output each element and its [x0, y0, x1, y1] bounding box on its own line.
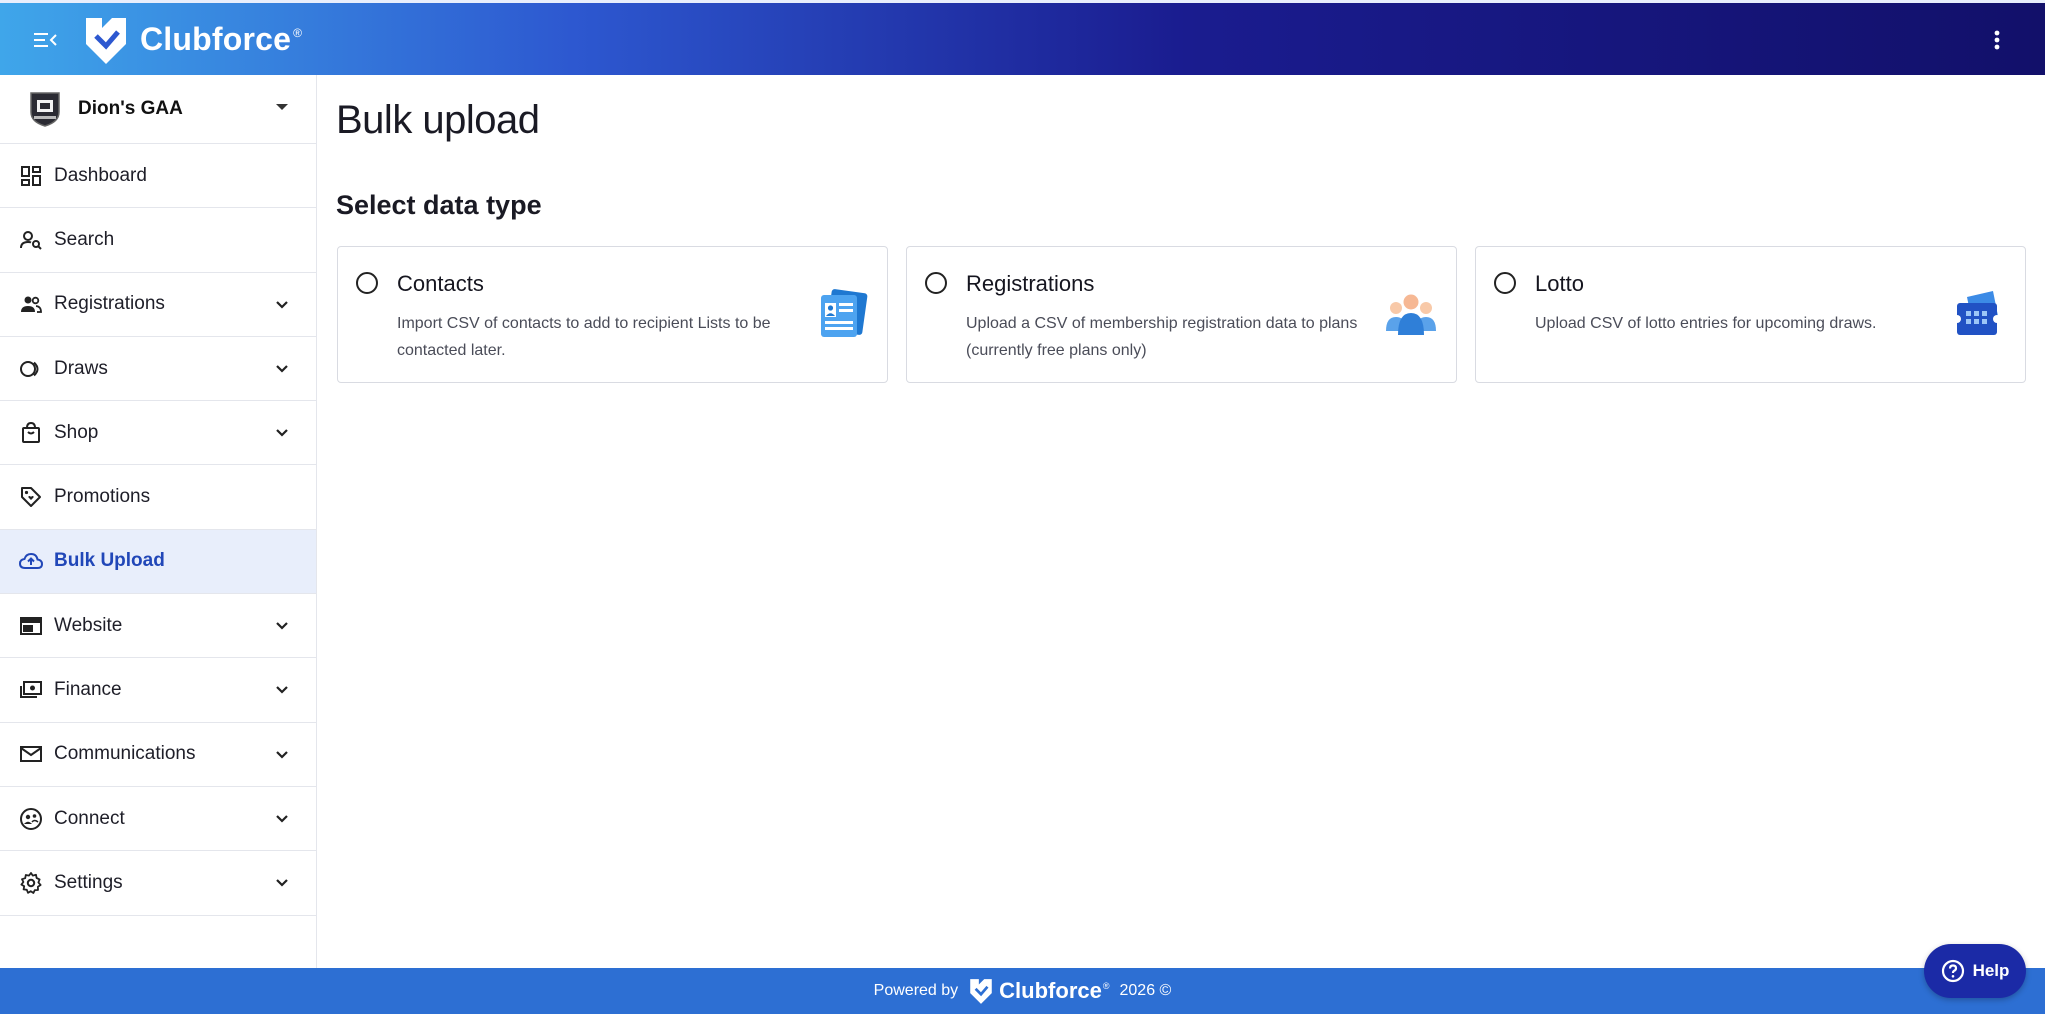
brand-name: Clubforce: [140, 21, 292, 57]
sidebar-item-label: Bulk Upload: [54, 550, 165, 572]
caret-down-icon: [276, 104, 288, 110]
radio-button[interactable]: [1494, 272, 1516, 294]
card-title: Registrations: [966, 271, 1095, 296]
card-description: Upload CSV of lotto entries for upcoming…: [1535, 315, 1877, 332]
footer-brand-name: Clubforce: [999, 978, 1102, 1003]
sidebar-item-bulk-upload[interactable]: Bulk Upload: [0, 529, 316, 595]
menu-collapse-icon[interactable]: [30, 25, 60, 55]
sidebar-item-label: Website: [54, 614, 123, 636]
sidebar-item-dashboard[interactable]: Dashboard: [0, 144, 316, 209]
shopping-bag-icon: [22, 421, 40, 443]
sidebar-item-website[interactable]: Website: [0, 594, 316, 659]
connect-icon: [20, 807, 42, 830]
tag-icon: [21, 487, 41, 508]
sidebar-item-communications[interactable]: Communications: [0, 723, 316, 787]
payments-icon: [20, 681, 42, 699]
cloud-upload-icon: [19, 553, 43, 570]
mail-icon: [20, 746, 42, 763]
sidebar-item-label: Draws: [54, 357, 108, 379]
help-label: Help: [1972, 961, 2010, 980]
card-title: Lotto: [1535, 271, 1584, 296]
chevron-down-icon: [276, 365, 288, 373]
top-app-bar: Clubforce ®: [0, 0, 2045, 75]
radio-button[interactable]: [356, 272, 378, 294]
sidebar-item-label: Dashboard: [54, 164, 147, 186]
sidebar: Dion's GAA Dashboard Search Registration…: [0, 75, 317, 968]
gear-icon: [20, 872, 42, 894]
footer: Powered by Clubforce ® 2026 ©: [0, 968, 2045, 1014]
sidebar-item-connect[interactable]: Connect: [0, 787, 316, 852]
sidebar-item-registrations[interactable]: Registrations: [0, 273, 316, 337]
copyright-year: 2026 ©: [1119, 982, 1172, 999]
person-search-icon: [20, 230, 42, 250]
card-description: Upload a CSV of membership registration …: [966, 315, 1358, 359]
section-title: Select data type: [336, 190, 542, 220]
group-icon: [21, 296, 42, 314]
draws-icon: [20, 360, 39, 377]
chevron-down-icon: [276, 815, 288, 823]
sidebar-item-label: Registrations: [54, 293, 165, 315]
members-group-icon: [1386, 294, 1436, 335]
sidebar-item-label: Finance: [54, 679, 122, 701]
data-type-card-lotto[interactable]: Lotto Upload CSV of lotto entries for up…: [1475, 246, 2026, 383]
sidebar-item-finance[interactable]: Finance: [0, 658, 316, 723]
contacts-document-icon: [821, 289, 868, 337]
data-type-card-registrations[interactable]: Registrations Upload a CSV of membership…: [906, 246, 1457, 383]
chevron-down-icon: [276, 750, 288, 759]
sidebar-item-promotions[interactable]: Promotions: [0, 465, 316, 530]
club-selector[interactable]: Dion's GAA: [0, 75, 316, 144]
powered-by-text: Powered by: [873, 982, 959, 999]
sidebar-item-label: Search: [54, 228, 115, 250]
web-icon: [20, 616, 42, 635]
sidebar-item-label: Shop: [54, 421, 99, 443]
footer-logo[interactable]: Clubforce ®: [968, 977, 1110, 1005]
sidebar-item-label: Promotions: [54, 486, 151, 508]
sidebar-item-draws[interactable]: Draws: [0, 337, 316, 402]
lotto-ticket-icon: [1953, 291, 2001, 335]
chevron-down-icon: [276, 622, 288, 630]
dashboard-icon: [21, 165, 41, 186]
club-name: Dion's GAA: [78, 98, 183, 119]
sidebar-item-shop[interactable]: Shop: [0, 401, 316, 466]
clubforce-shield-icon: [970, 979, 992, 1004]
sidebar-item-label: Settings: [54, 871, 123, 893]
card-title: Contacts: [397, 271, 484, 296]
sidebar-item-settings[interactable]: Settings: [0, 851, 316, 916]
club-crest-icon: [30, 92, 60, 127]
card-description: Import CSV of contacts to add to recipie…: [397, 315, 771, 359]
chevron-down-icon: [276, 300, 288, 309]
radio-button[interactable]: [925, 272, 947, 294]
data-type-card-contacts[interactable]: Contacts Import CSV of contacts to add t…: [337, 246, 888, 383]
more-vertical-icon[interactable]: [1987, 25, 2007, 55]
sidebar-item-search[interactable]: Search: [0, 208, 316, 273]
clubforce-shield-icon: [86, 17, 126, 64]
main-content: Bulk upload Select data type Contacts Im…: [318, 75, 2045, 968]
chevron-down-icon: [276, 686, 288, 694]
sidebar-item-label: Communications: [54, 743, 196, 765]
page-title: Bulk upload: [336, 98, 540, 142]
brand-registered-mark: ®: [293, 25, 302, 40]
sidebar-item-label: Connect: [54, 807, 125, 829]
help-circle-icon: [1941, 959, 1964, 983]
clubforce-logo[interactable]: Clubforce ®: [82, 12, 302, 67]
chevron-down-icon: [276, 879, 288, 887]
chevron-down-icon: [276, 429, 288, 437]
help-button[interactable]: Help: [1924, 944, 2026, 998]
footer-registered-mark: ®: [1102, 981, 1110, 991]
